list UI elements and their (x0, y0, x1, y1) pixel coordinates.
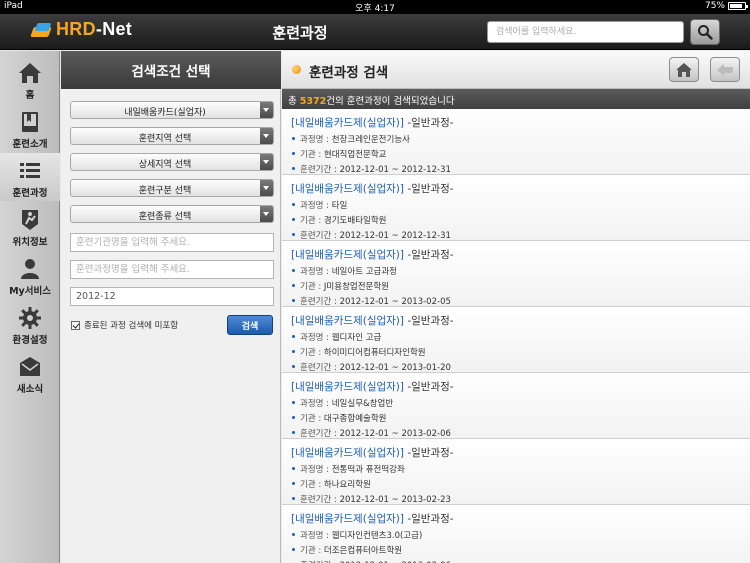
course-list-item[interactable]: [내일배움카드제(실업자)] -일반과정- 과정명 : 타일 기관 : 경기도배타일… (282, 175, 750, 241)
institution-name: 현대직업전문학교 (323, 150, 387, 160)
course-kind: -일반과정- (404, 249, 454, 261)
exclude-ended-option[interactable]: 종료된 과정 검색에 미포함 (71, 319, 178, 331)
course-kind: -일반과정- (404, 381, 454, 393)
institution-name: 경기도배타일학원 (323, 216, 387, 226)
filter-panel-title: 검색조건 선택 (61, 51, 281, 89)
training-period: 2012-12-01 ~ 2013-01-20 (339, 363, 451, 373)
course-kind: -일반과정- (404, 315, 454, 327)
training-period: 2012-12-01 ~ 2013-02-23 (339, 495, 451, 505)
course-kind: -일반과정- (404, 183, 454, 195)
battery-percent: 75% (704, 1, 725, 11)
course-name: 네일실무&창업반 (331, 399, 394, 409)
gear-icon (19, 307, 41, 329)
institution-name: 더조은컴퓨터아트학원 (323, 546, 403, 556)
battery-icon (728, 2, 748, 10)
nav-item-home[interactable]: 홈 (0, 55, 60, 103)
search-input[interactable] (487, 21, 684, 43)
page-title: 훈련과정 (272, 24, 328, 42)
course-list-item[interactable]: [내일배움카드제(실업자)] -일반과정- 과정명 : 네일실무&창업반 기관 : … (282, 373, 750, 439)
course-type-link[interactable]: [내일배움카드제(실업자)] (291, 513, 404, 525)
course-kind: -일반과정- (404, 513, 454, 525)
region-select[interactable]: 훈련지역 선택 (70, 127, 274, 145)
course-type-link[interactable]: [내일배움카드제(실업자)] (291, 117, 404, 129)
training-period: 2012-12-01 ~ 2013-02-06 (339, 429, 451, 439)
exclude-ended-checkbox[interactable] (71, 320, 80, 330)
user-icon (21, 259, 39, 279)
institution-name: J미용창업전문학원 (323, 282, 389, 292)
filter-search-button[interactable]: 검색 (227, 315, 273, 335)
status-bar: iPad 오후 4:17 75% (0, 0, 750, 14)
clock: 오후 4:17 (355, 4, 395, 14)
search-icon (698, 25, 713, 40)
home-icon (19, 63, 41, 83)
course-name-input[interactable] (70, 260, 274, 279)
home-icon (676, 62, 692, 77)
search-button[interactable] (690, 19, 720, 45)
training-period: 2012-12-01 ~ 2012-12-31 (339, 231, 451, 241)
course-name: 웹디자인컨텐츠3.0(고급) (331, 531, 423, 541)
course-kind: -일반과정- (404, 117, 454, 129)
course-list-item[interactable]: [내일배움카드제(실업자)] -일반과정- 과정명 : 전통떡과 퓨전떡강좌 기관 … (282, 439, 750, 505)
course-name: 천장크레인운전기능사 (331, 135, 410, 145)
training-period: 2012-12-01 ~ 2012-12-31 (339, 165, 451, 175)
course-name: 네일아트 고급과정 (331, 267, 397, 277)
exclude-ended-label: 종료된 과정 검색에 미포함 (84, 321, 179, 331)
mail-icon (20, 357, 40, 376)
back-button[interactable] (710, 57, 740, 82)
results-title: 훈련과정 검색 (309, 65, 389, 81)
course-type-link[interactable]: [내일배움카드제(실업자)] (291, 381, 404, 393)
institution-name: 하나요리학원 (323, 480, 371, 490)
program-type-select[interactable]: 내일배움카드(실업자) (70, 101, 274, 119)
institution-name: 대구종합예술학원 (323, 414, 387, 424)
home-button[interactable] (669, 57, 699, 82)
training-period: 2012-12-01 ~ 2013-02-05 (339, 297, 451, 307)
training-category-select[interactable]: 훈련구분 선택 (70, 179, 274, 197)
course-list-item[interactable]: [내일배움카드제(실업자)] -일반과정- 과정명 : 웹디자인 고급 기관 : 하… (282, 307, 750, 373)
nav-item-settings[interactable]: 환경설정 (0, 300, 60, 348)
course-type-link[interactable]: [내일배움카드제(실업자)] (291, 447, 404, 459)
book-icon (22, 112, 38, 132)
detail-region-select[interactable]: 상세지역 선택 (70, 153, 274, 171)
course-type-link[interactable]: [내일배움카드제(실업자)] (291, 183, 404, 195)
result-count: 5372 (299, 96, 327, 107)
date-input[interactable] (70, 287, 274, 306)
course-list-item[interactable]: [내일배움카드제(실업자)] -일반과정- 과정명 : 네일아트 고급과정 기관 :… (282, 241, 750, 307)
chevron-down-icon (260, 102, 273, 118)
course-list-item[interactable]: [내일배움카드제(실업자)] -일반과정- 과정명 : 천장크레인운전기능사 기관 … (282, 109, 750, 175)
sidebar-nav: 홈 훈련소개 훈련과정 위치정보 My서비스 환경설정 새소식 (0, 51, 60, 563)
logo[interactable]: HRD-Net (30, 19, 132, 40)
chevron-down-icon (260, 128, 273, 144)
location-icon (22, 210, 38, 230)
course-name: 웹디자인 고급 (331, 333, 382, 343)
chevron-down-icon (260, 154, 273, 170)
results-list[interactable]: [내일배움카드제(실업자)] -일반과정- 과정명 : 천장크레인운전기능사 기관 … (282, 109, 750, 563)
nav-item-location[interactable]: 위치정보 (0, 202, 60, 250)
course-type-link[interactable]: [내일배움카드제(실업자)] (291, 315, 404, 327)
chevron-down-icon (260, 206, 273, 222)
chevron-down-icon (260, 180, 273, 196)
course-name: 전통떡과 퓨전떡강좌 (331, 465, 405, 475)
list-icon (20, 163, 40, 178)
institution-name-input[interactable] (70, 233, 274, 252)
course-list-item[interactable]: [내일배움카드제(실업자)] -일반과정- 과정명 : 웹디자인컨텐츠3.0(고급… (282, 505, 750, 563)
course-kind: -일반과정- (404, 447, 454, 459)
course-name: 타일 (331, 201, 348, 211)
bullet-icon (292, 65, 301, 74)
nav-item-intro[interactable]: 훈련소개 (0, 104, 60, 152)
course-type-link[interactable]: [내일배움카드제(실업자)] (291, 249, 404, 261)
app-header: HRD-Net 훈련과정 (0, 14, 750, 50)
results-header: 훈련과정 검색 (282, 51, 750, 89)
training-type-select[interactable]: 훈련종류 선택 (70, 205, 274, 223)
result-count-bar: 총 5372건의 훈련과정이 검색되었습니다 (282, 89, 750, 109)
nav-item-news[interactable]: 새소식 (0, 349, 60, 397)
nav-item-courses[interactable]: 훈련과정 (0, 153, 60, 201)
logo-mark-icon (30, 21, 52, 39)
nav-item-my-service[interactable]: My서비스 (0, 251, 60, 299)
filter-panel: 내일배움카드(실업자) 훈련지역 선택 상세지역 선택 훈련구분 선택 훈련종류… (61, 89, 281, 563)
back-arrow-icon (717, 63, 733, 76)
institution-name: 하이미디어컴퓨터디자인학원 (323, 348, 426, 358)
